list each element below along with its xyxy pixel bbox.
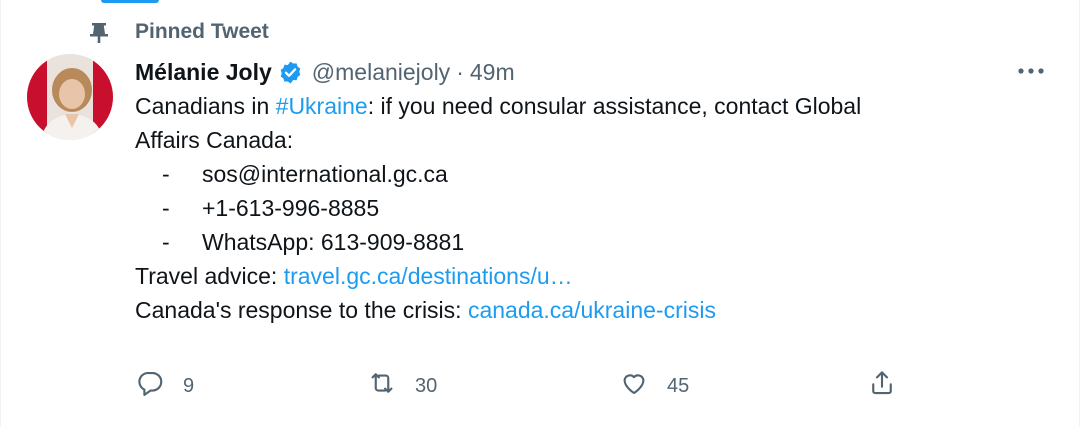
pinned-label: Pinned Tweet xyxy=(135,20,269,43)
share-button[interactable] xyxy=(867,368,897,404)
tweet-content: Mélanie Joly @melaniejoly · 49m Canadian… xyxy=(135,55,1044,327)
tweet-body: Canadians in #Ukraine: if you need consu… xyxy=(135,89,1025,327)
response-label: Canada's response to the crisis: xyxy=(135,297,468,323)
pinned-tweet[interactable]: Pinned Tweet Mélanie Joly @melaniejoly · xyxy=(0,0,1080,427)
heart-icon xyxy=(619,368,649,404)
list-item: - +1-613-996-8885 xyxy=(135,191,1025,225)
pinned-row: Pinned Tweet xyxy=(87,17,269,47)
author-handle[interactable]: @melaniejoly xyxy=(312,59,450,86)
list-item: - sos@international.gc.ca xyxy=(135,157,1025,191)
retweet-button[interactable]: 30 xyxy=(367,368,437,404)
intro-text: Canadians in xyxy=(135,93,276,119)
response-link[interactable]: canada.ca/ukraine-crisis xyxy=(468,297,716,323)
avatar[interactable] xyxy=(27,54,113,140)
intro-text-after: : if you need consular assistance, conta… xyxy=(367,93,862,119)
hashtag-link[interactable]: #Ukraine xyxy=(276,93,368,119)
verified-badge-icon xyxy=(278,60,303,85)
contact-list: - sos@international.gc.ca - +1-613-996-888… xyxy=(135,157,1025,259)
reply-button[interactable]: 9 xyxy=(135,368,194,404)
bullet-dash: - xyxy=(162,195,170,221)
action-bar: 9 30 45 xyxy=(135,368,1025,404)
tweet-line-response: Canada's response to the crisis: canada.… xyxy=(135,293,1025,327)
tweet-line-travel: Travel advice: travel.gc.ca/destinations… xyxy=(135,259,1025,293)
tweet-header: Mélanie Joly @melaniejoly · 49m xyxy=(135,55,1025,89)
contact-whatsapp: WhatsApp: 613-909-8881 xyxy=(202,229,465,255)
tweet-line-intro: Canadians in #Ukraine: if you need consu… xyxy=(135,89,1025,123)
author-name[interactable]: Mélanie Joly xyxy=(135,59,272,86)
separator-dot: · xyxy=(456,58,464,85)
share-icon xyxy=(867,368,897,404)
more-options-button[interactable] xyxy=(1013,59,1049,85)
retweet-count: 30 xyxy=(415,374,438,397)
reply-count: 9 xyxy=(183,374,195,397)
more-options-icon xyxy=(1016,63,1046,81)
travel-link[interactable]: travel.gc.ca/destinations/u… xyxy=(284,263,573,289)
list-item: - WhatsApp: 613-909-8881 xyxy=(135,225,1025,259)
like-count: 45 xyxy=(667,374,690,397)
tweet-timestamp[interactable]: 49m xyxy=(470,59,515,86)
tweet-line-intro-2: Affairs Canada: xyxy=(135,127,294,153)
bullet-dash: - xyxy=(162,229,170,255)
contact-phone: +1-613-996-8885 xyxy=(202,195,380,221)
contact-email: sos@international.gc.ca xyxy=(202,161,448,187)
tab-indicator xyxy=(101,0,159,3)
retweet-icon xyxy=(367,368,397,404)
like-button[interactable]: 45 xyxy=(619,368,689,404)
pin-icon xyxy=(87,20,111,44)
travel-label: Travel advice: xyxy=(135,263,284,289)
bullet-dash: - xyxy=(162,161,170,187)
reply-icon xyxy=(135,368,165,404)
